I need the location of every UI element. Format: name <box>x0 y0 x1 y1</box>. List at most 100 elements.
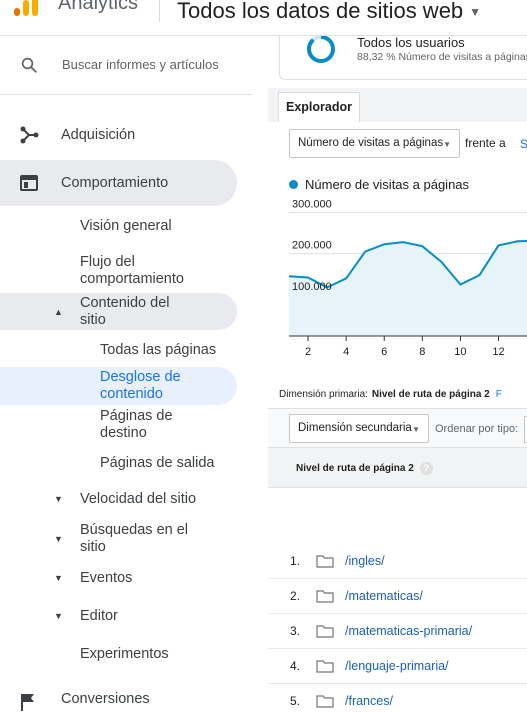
secondary-dimension-select[interactable]: Dimensión secundaria ▼ <box>289 414 429 443</box>
chart-legend[interactable]: Número de visitas a páginas <box>289 177 469 192</box>
sidebar-item-label: Desglose de contenido <box>100 369 181 402</box>
x-tick-label: 12 <box>492 346 504 358</box>
sidebar-item-site-search[interactable]: ▼ Búsquedas en el sitio <box>0 522 252 558</box>
folder-icon <box>316 660 334 673</box>
sidebar-item-label: Experimentos <box>80 646 169 662</box>
row-path-link[interactable]: /frances/ <box>345 694 393 708</box>
primary-dimension-other[interactable]: F <box>496 389 502 400</box>
x-tick-label: 10 <box>454 346 466 358</box>
row-number: 1. <box>290 554 301 568</box>
sidebar-item-label: Páginas de salida <box>100 455 215 471</box>
x-tick-label: 8 <box>419 346 425 358</box>
sidebar-item-acquisition[interactable]: Adquisición <box>0 120 252 150</box>
y-tick-label: 200.000 <box>292 240 332 252</box>
triangle-down-icon: ▼ <box>54 494 63 504</box>
versus-label: frente a <box>465 136 506 150</box>
triangle-down-icon: ▼ <box>54 611 63 621</box>
metric-select[interactable]: Número de visitas a páginas ▼ <box>289 129 460 158</box>
primary-dimension-value[interactable]: Nivel de ruta de página 2 <box>372 389 490 400</box>
row-number: 5. <box>290 694 301 708</box>
secondary-dimension-label: Dimensión secundaria <box>298 422 412 434</box>
sidebar-item-all-pages[interactable]: Todas las páginas <box>0 338 252 368</box>
segment-ring-icon <box>307 36 335 63</box>
sidebar-item-label: Contenido del sitio <box>80 295 170 328</box>
flag-icon <box>21 694 34 711</box>
versus-link[interactable]: S <box>520 137 527 151</box>
chevron-down-icon: ▼ <box>469 5 482 20</box>
acquisition-icon <box>20 126 39 144</box>
tab-explorer[interactable]: Explorador <box>278 92 360 122</box>
triangle-down-icon: ▼ <box>54 534 63 544</box>
sidebar-item-landing-pages[interactable]: Páginas de destino <box>0 408 252 444</box>
header-divider <box>159 0 160 22</box>
row-path-link[interactable]: /matematicas-primaria/ <box>345 624 472 638</box>
row-number: 3. <box>290 624 301 638</box>
sidebar-item-site-speed[interactable]: ▼ Velocidad del sitio <box>0 489 252 519</box>
table-row: 5. /frances/ <box>268 684 527 714</box>
segment-title: Todos los usuarios <box>357 36 465 50</box>
analytics-logo-icon[interactable] <box>14 0 40 16</box>
row-path-link[interactable]: /ingles/ <box>345 554 385 568</box>
table-row: 1. /ingles/ <box>268 544 527 579</box>
column-header-label: Nivel de ruta de página 2 <box>296 463 414 474</box>
row-number: 2. <box>290 589 301 603</box>
sidebar-item-content-drilldown[interactable]: Desglose de contenido <box>0 367 237 405</box>
sort-label: Ordenar por tipo: <box>435 423 519 435</box>
segment-subtitle: 88,32 % Número de visitas a páginas <box>357 51 527 63</box>
legend-label: Número de visitas a páginas <box>305 177 470 192</box>
search-bar[interactable]: Buscar informes y artículos <box>0 46 252 86</box>
primary-dimension: Dimensión primaria: Nivel de ruta de pági… <box>279 389 502 400</box>
sidebar-item-conversions[interactable]: Conversiones <box>0 686 252 714</box>
x-tick-label: 4 <box>343 346 349 358</box>
folder-icon <box>316 555 334 568</box>
behavior-icon <box>20 175 38 191</box>
sidebar-item-overview[interactable]: Visión general <box>0 214 252 244</box>
property-name: Todos los datos de sitios web <box>177 0 464 23</box>
y-tick-label: 100.000 <box>292 281 332 293</box>
chevron-down-icon: ▼ <box>443 140 451 149</box>
sidebar-item-label: Velocidad del sitio <box>80 491 197 507</box>
search-input[interactable]: Buscar informes y artículos <box>62 57 219 72</box>
segment-card[interactable]: Todos los usuarios 88,32 % Número de vis… <box>279 36 527 80</box>
property-selector[interactable]: Todos los datos de sitios web ▼ <box>177 0 481 24</box>
sidebar-item-behavior[interactable]: Comportamiento <box>0 160 237 206</box>
legend-dot <box>289 180 298 189</box>
sidebar-item-label: Visión general <box>80 218 172 234</box>
divider <box>0 94 252 95</box>
sidebar-item-exit-pages[interactable]: Páginas de salida <box>0 454 252 484</box>
y-tick-label: 300.000 <box>292 198 332 210</box>
folder-icon <box>316 625 334 638</box>
sidebar-item-label: Conversiones <box>61 691 150 707</box>
metric-select-value: Número de visitas a páginas <box>298 137 444 149</box>
search-icon <box>21 57 37 73</box>
sidebar-item-experiments[interactable]: Experimentos <box>0 644 252 674</box>
help-icon[interactable]: ? <box>419 462 433 475</box>
column-header[interactable]: Nivel de ruta de página 2? <box>296 462 433 475</box>
sidebar-item-label: Búsquedas en el sitio <box>80 522 189 555</box>
triangle-down-icon: ▼ <box>54 573 63 583</box>
report-main: Todos los usuarios 88,32 % Número de vis… <box>268 36 527 714</box>
sidebar-item-events[interactable]: ▼ Eventos <box>0 568 252 598</box>
table-row: 4. /lenguaje-primaria/ <box>268 649 527 684</box>
x-tick-label: 6 <box>381 346 387 358</box>
primary-dimension-label: Dimensión primaria: <box>279 389 368 400</box>
folder-icon <box>316 695 334 708</box>
sidebar-item-label: Editor <box>80 608 118 624</box>
table-row: 2. /matematicas/ <box>268 579 527 614</box>
line-chart[interactable]: 300.000 200.000 100.000 2 4 6 8 10 12 <box>289 196 527 366</box>
sidebar-item-label: Flujo del comportamiento <box>80 254 184 287</box>
row-path-link[interactable]: /matematicas/ <box>345 589 423 603</box>
sidebar-item-label: Adquisición <box>61 127 136 143</box>
table-header: Nivel de ruta de página 2? <box>268 448 527 488</box>
sidebar-item-label: Comportamiento <box>61 175 169 191</box>
app-name: Analytics <box>58 0 139 14</box>
sidebar-item-site-content[interactable]: ▲ Contenido del sitio <box>0 293 237 330</box>
sidebar-item-label: Eventos <box>80 570 133 586</box>
sidebar-item-behavior-flow[interactable]: Flujo del comportamiento <box>0 254 252 290</box>
row-path-link[interactable]: /lenguaje-primaria/ <box>345 659 449 673</box>
chevron-down-icon: ▼ <box>412 425 420 434</box>
x-tick-label: 2 <box>305 346 311 358</box>
sidebar-item-publisher[interactable]: ▼ Editor <box>0 606 252 636</box>
app-header: Analytics Todos los datos de sitios web ▼ <box>0 0 527 36</box>
table-row: 3. /matematicas-primaria/ <box>268 614 527 649</box>
